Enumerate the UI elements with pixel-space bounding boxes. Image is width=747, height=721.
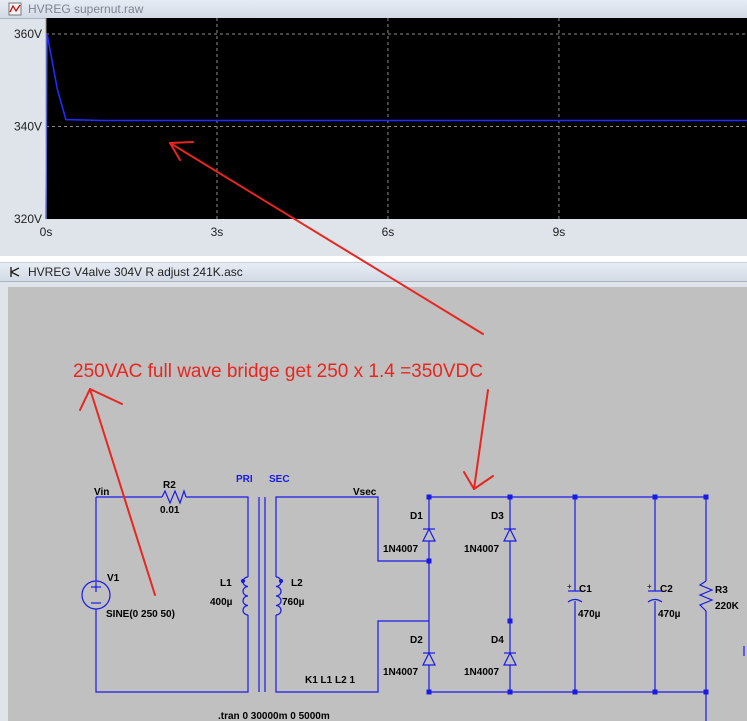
c1-label: C1 <box>579 584 592 595</box>
d4-value: 1N4007 <box>464 667 499 678</box>
d3-label: D3 <box>491 511 504 522</box>
l2-value: 760µ <box>282 597 305 608</box>
c2-value: 470µ <box>658 609 681 620</box>
d1-label: D1 <box>410 511 423 522</box>
phase-dot <box>240 578 246 584</box>
y-tick-label: 360V <box>14 27 42 41</box>
net-label-vsec: Vsec <box>353 487 377 498</box>
junction-dot <box>652 494 658 500</box>
r2-label: R2 <box>163 480 176 491</box>
r3-label: R3 <box>715 585 728 596</box>
d1-value: 1N4007 <box>383 544 418 555</box>
junction-dot <box>652 689 658 695</box>
junction-dot <box>507 618 513 624</box>
junction-dot <box>572 494 578 500</box>
net-label-vin: Vin <box>94 487 109 498</box>
plot-area[interactable] <box>46 18 747 219</box>
sec-label: SEC <box>269 474 290 485</box>
l1-value: 400µ <box>210 597 233 608</box>
phase-dot <box>278 578 284 584</box>
waveform-window[interactable]: HVREG supernut.raw 360V 340V 320V 0s 3s 6s 9s <box>0 0 747 256</box>
svg-text:+: + <box>647 582 652 591</box>
svg-text:+: + <box>567 582 572 591</box>
d2-label: D2 <box>410 635 423 646</box>
pri-label: PRI <box>236 474 253 485</box>
junction-dot <box>507 689 513 695</box>
r3-value: 220K <box>715 601 740 612</box>
x-tick-label: 6s <box>382 225 395 239</box>
schematic-window[interactable]: HVREG V4alve 304V R adjust 241K.asc + + V… <box>0 262 747 721</box>
l1-label: L1 <box>220 578 232 589</box>
junction-dot <box>703 494 709 500</box>
schematic-canvas[interactable]: + + Vin R2 0.01 PRI SEC Vsec V1 SINE(0 250 50) L1… <box>0 263 747 721</box>
annotation-text: 250VAC full wave bridge get 250 x 1.4 =3… <box>73 361 483 382</box>
c2-label: C2 <box>660 584 673 595</box>
x-tick-label: 9s <box>553 225 566 239</box>
junction-dot <box>426 558 432 564</box>
junction-dot <box>507 494 513 500</box>
d3-value: 1N4007 <box>464 544 499 555</box>
junction-dot <box>426 494 432 500</box>
coupling-directive: K1 L1 L2 1 <box>305 675 355 686</box>
x-tick-label: 3s <box>211 225 224 239</box>
junction-dot <box>703 689 709 695</box>
c1-value: 470µ <box>578 609 601 620</box>
l2-label: L2 <box>291 578 303 589</box>
x-tick-label: 0s <box>40 225 53 239</box>
junction-dot <box>572 689 578 695</box>
y-tick-label: 320V <box>14 212 42 226</box>
waveform-plot[interactable]: 360V 340V 320V0s 3s 6s 9s <box>0 0 747 256</box>
junction-dot <box>426 689 432 695</box>
d4-label: D4 <box>491 635 504 646</box>
v1-value: SINE(0 250 50) <box>106 609 175 620</box>
v1-label: V1 <box>107 573 120 584</box>
y-tick-label: 340V <box>14 120 42 134</box>
d2-value: 1N4007 <box>383 667 418 678</box>
r2-value: 0.01 <box>160 505 180 516</box>
